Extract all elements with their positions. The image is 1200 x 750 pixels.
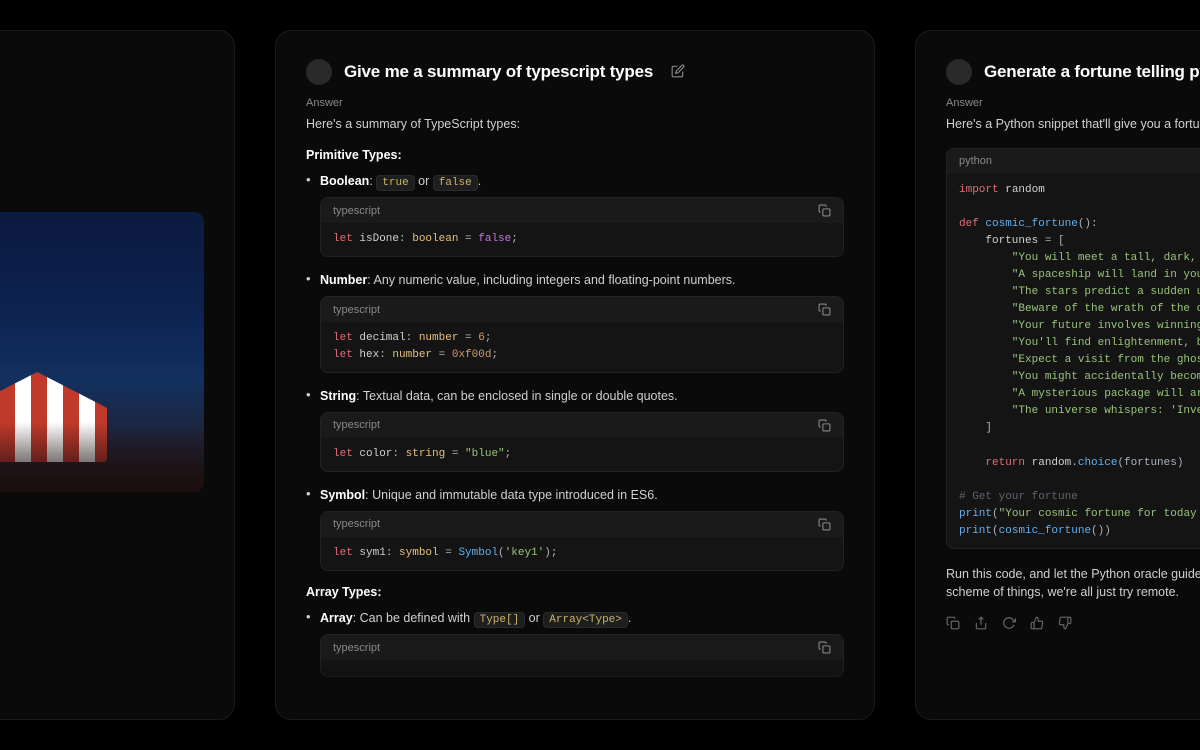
code-body: let color: string = "blue"; xyxy=(321,438,843,471)
code-body-python: import random def cosmic_fortune(): fort… xyxy=(947,174,1200,548)
code-lang: typescript xyxy=(333,419,380,431)
fade-overlay xyxy=(276,659,874,719)
refresh-icon[interactable] xyxy=(1002,616,1016,633)
type-item: Number: Any numeric value, including int… xyxy=(320,271,844,373)
carnival-image xyxy=(0,212,204,492)
code-block: typescript let sym1: symbol = Symbol('ke… xyxy=(320,511,844,571)
action-row xyxy=(946,616,1200,633)
copy-icon[interactable] xyxy=(818,641,831,654)
answer-outro: Run this code, and let the Python oracle… xyxy=(946,565,1200,603)
answer-intro: Here's a Python snippet that'll give you… xyxy=(946,115,1200,134)
answer-label: Answer xyxy=(306,97,844,109)
code-body: let sym1: symbol = Symbol('key1'); xyxy=(321,537,843,570)
code-lang: typescript xyxy=(333,518,380,530)
code-body: let isDone: boolean = false; xyxy=(321,223,843,256)
copy-icon[interactable] xyxy=(818,204,831,217)
thumbs-up-icon[interactable] xyxy=(1030,616,1044,633)
answer-label: Answer xyxy=(946,97,1200,109)
type-desc: Symbol: Unique and immutable data type i… xyxy=(320,486,844,505)
share-icon[interactable] xyxy=(974,616,988,633)
type-item: String: Textual data, can be enclosed in… xyxy=(320,387,844,472)
code-body: let decimal: number = 6; let hex: number… xyxy=(321,322,843,372)
avatar xyxy=(306,59,332,85)
thumbs-down-icon[interactable] xyxy=(1058,616,1072,633)
code-block: typescript let color: string = "blue"; xyxy=(320,412,844,472)
card-universe: e universe and e and infallible supercom… xyxy=(0,30,235,720)
section-primitives: Primitive Types: xyxy=(306,148,844,162)
code-lang: typescript xyxy=(333,642,380,654)
copy-icon[interactable] xyxy=(818,303,831,316)
code-lang: typescript xyxy=(333,304,380,316)
code-lang: typescript xyxy=(333,205,380,217)
card-fortune: Generate a fortune telling python snipp … xyxy=(915,30,1200,720)
copy-icon[interactable] xyxy=(946,616,960,633)
type-item: Boolean: true or false. typescript let i… xyxy=(320,172,844,258)
edit-icon[interactable] xyxy=(671,64,685,81)
type-list: Boolean: true or false. typescript let i… xyxy=(306,172,844,571)
type-desc: Number: Any numeric value, including int… xyxy=(320,271,844,290)
code-block: typescript let isDone: boolean = false; xyxy=(320,197,844,257)
section-arrays: Array Types: xyxy=(306,585,844,599)
type-item: Symbol: Unique and immutable data type i… xyxy=(320,486,844,571)
avatar xyxy=(946,59,972,85)
cards-row: e universe and e and infallible supercom… xyxy=(0,0,1200,750)
answer-intro: Here's a summary of TypeScript types: xyxy=(306,115,844,134)
copy-icon[interactable] xyxy=(818,518,831,531)
code-lang: python xyxy=(959,155,992,167)
answer-text: e and infallible supercomputer e Galaxy,… xyxy=(0,123,204,198)
prompt-title: Generate a fortune telling python snipp xyxy=(984,62,1200,82)
type-desc: Boolean: true or false. xyxy=(320,172,844,192)
code-block: typescript let decimal: number = 6; let … xyxy=(320,296,844,373)
prompt-title: Give me a summary of typescript types xyxy=(344,62,653,82)
type-desc: String: Textual data, can be enclosed in… xyxy=(320,387,844,406)
code-block-python: python import random def cosmic_fortune(… xyxy=(946,148,1200,549)
card-typescript: Give me a summary of typescript types An… xyxy=(275,30,875,720)
copy-icon[interactable] xyxy=(818,419,831,432)
